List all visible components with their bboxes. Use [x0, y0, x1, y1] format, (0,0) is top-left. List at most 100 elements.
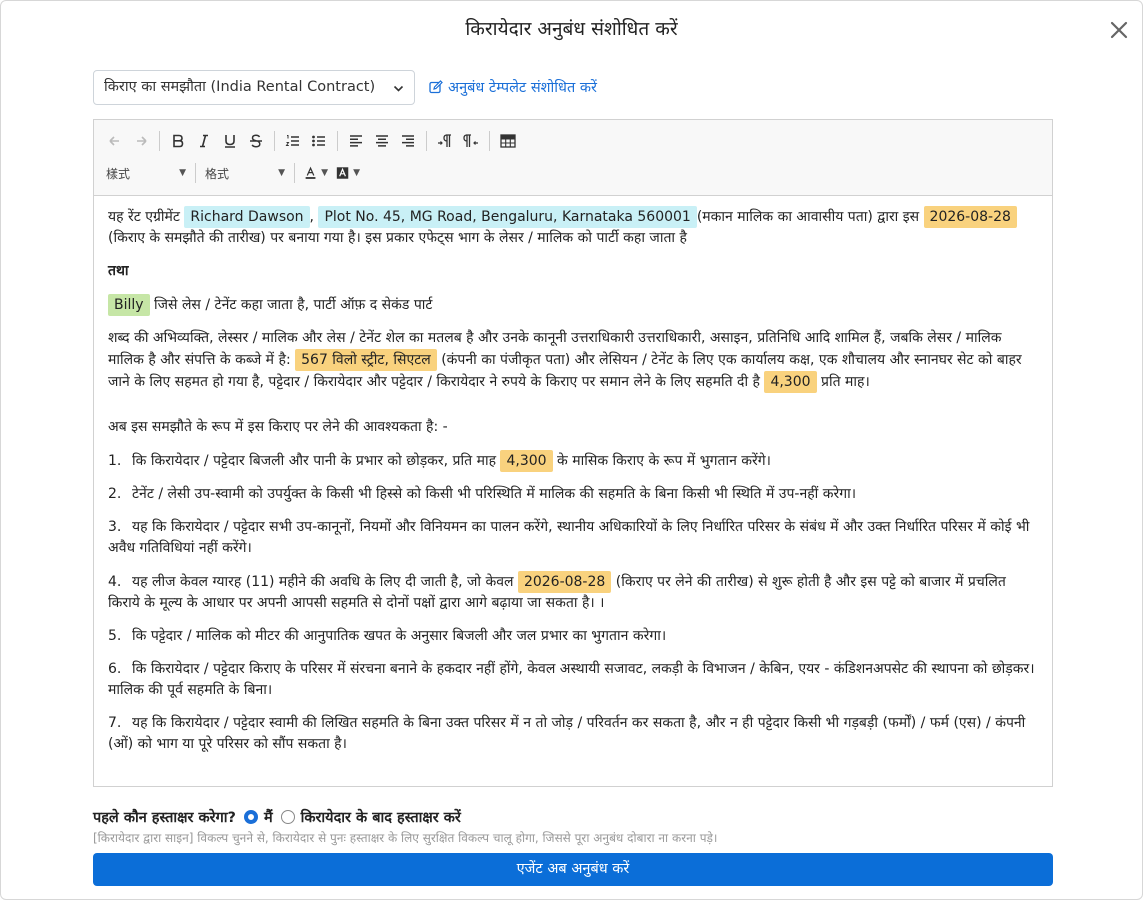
- and-heading: तथा: [108, 263, 129, 279]
- align-right-button[interactable]: [395, 129, 421, 153]
- align-left-button[interactable]: [343, 129, 369, 153]
- rich-text-editor: 樣式 ▼ 格式 ▼ ▼ ▼ यह रेंट एग्रीमेंट Richard Da…: [93, 119, 1053, 787]
- clause-number: 6.: [108, 661, 122, 677]
- send-contract-button[interactable]: एजेंट अब अनुबंध करें: [93, 853, 1053, 886]
- underline-button[interactable]: [217, 129, 243, 153]
- undo-icon: [109, 136, 119, 146]
- text-segment: कि पट्टेदार / मालिक को मीटर की आनुपातिक …: [132, 628, 667, 644]
- editor-toolbar: 樣式 ▼ 格式 ▼ ▼ ▼: [94, 120, 1052, 196]
- text-segment: ,: [309, 209, 314, 225]
- edit-template-link[interactable]: अनुबंध टेम्पलेट संशोधित करें: [429, 77, 597, 97]
- text-segment: टेनेंट / लेसी उप-स्वामी को उपर्युक्त के …: [132, 486, 857, 502]
- background-color-icon: [336, 167, 349, 179]
- clause-7: 7. यह कि किरायेदार / पट्टेदार स्वामी की ल…: [108, 713, 1038, 755]
- toolbar-divider: [337, 131, 338, 151]
- close-icon: [1110, 21, 1128, 39]
- landlord-name-field[interactable]: Richard Dawson: [184, 206, 310, 228]
- landlord-address-field[interactable]: Plot No. 45, MG Road, Bengaluru, Karnata…: [318, 206, 697, 228]
- sign-order-note: [किरायेदार द्वारा साइन] विकल्प चुनने से,…: [93, 831, 718, 845]
- caret-down-icon: ▼: [179, 168, 186, 178]
- toolbar-row-1: [102, 128, 521, 154]
- text-segment: यह रेंट एग्रीमेंट: [108, 209, 180, 225]
- edit-icon: [429, 80, 443, 94]
- contract-paragraph-terms: शब्द की अभिव्यक्ति, लेस्सर / मालिक और ले…: [108, 328, 1038, 393]
- clause-4: 4. यह लीज केवल ग्यारह (11) महीने की अवधि …: [108, 571, 1038, 614]
- clause-5: 5. कि पट्टेदार / मालिक को मीटर की आनुपाति…: [108, 626, 1038, 647]
- clause-number: 4.: [108, 574, 122, 590]
- text-color-button[interactable]: ▼: [300, 161, 332, 185]
- toolbar-divider: [159, 131, 160, 151]
- rtl-direction-icon: [463, 134, 478, 147]
- toolbar-divider: [195, 163, 196, 183]
- start-date-field[interactable]: 2026-08-28: [517, 571, 612, 593]
- clause-3: 3. यह कि किरायेदार / पट्टेदार सभी उप-कानू…: [108, 517, 1038, 559]
- strikethrough-button[interactable]: [243, 129, 269, 153]
- align-center-icon: [376, 135, 388, 147]
- background-color-button[interactable]: ▼: [332, 161, 364, 185]
- clause-1: 1. कि किरायेदार / पट्टेदार बिजली और पानी …: [108, 450, 1038, 472]
- text-segment: प्रति माह।: [821, 374, 870, 390]
- radio-sign-after-tenant-label[interactable]: किरायेदार के बाद हस्ताक्षर करें: [301, 807, 461, 827]
- rtl-button[interactable]: [458, 129, 484, 153]
- clause-number: 1.: [108, 453, 122, 469]
- text-segment: जिसे लेस / टेनेंट कहा जाता है, पार्टी ऑफ…: [154, 297, 433, 313]
- contract-paragraph-tenant: Billy जिसे लेस / टेनेंट कहा जाता है, पार…: [108, 294, 1038, 316]
- ordered-list-icon: [285, 135, 299, 146]
- toolbar-divider: [489, 131, 490, 151]
- italic-button[interactable]: [191, 129, 217, 153]
- toolbar-row-2: 樣式 ▼ 格式 ▼ ▼ ▼: [102, 160, 364, 186]
- format-dropdown[interactable]: 格式 ▼: [201, 161, 289, 185]
- clause-number: 7.: [108, 715, 122, 731]
- format-dropdown-label: 格式: [205, 166, 230, 181]
- caret-down-icon: ▼: [278, 168, 285, 178]
- contract-date-field[interactable]: 2026-08-28: [923, 206, 1017, 228]
- clause-2: 2. टेनेंट / लेसी उप-स्वामी को उपर्युक्त क…: [108, 484, 1038, 505]
- bullet-list-icon: [312, 135, 325, 147]
- radio-sign-after-tenant[interactable]: [280, 810, 295, 824]
- text-segment: (मकान मालिक का आवासीय पता) द्वारा इस: [696, 209, 920, 225]
- text-segment: यह लीज केवल ग्यारह (11) महीने की अवधि के…: [132, 574, 514, 590]
- table-icon: [500, 134, 516, 148]
- tenant-name-field[interactable]: Billy: [108, 294, 150, 316]
- text-segment: (किराए के समझौते की तारीख) पर बनाया गया …: [108, 230, 687, 246]
- property-address-field[interactable]: 567 विलो स्ट्रीट, सिएटल: [295, 349, 437, 371]
- toolbar-divider: [294, 163, 295, 183]
- radio-sign-me-label[interactable]: मैं: [264, 807, 273, 827]
- caret-down-icon: ▼: [353, 168, 360, 178]
- table-button[interactable]: [495, 129, 521, 153]
- clause-6: 6. कि किरायेदार / पट्टेदार किराए के परिसर…: [108, 659, 1038, 701]
- ltr-button[interactable]: [432, 129, 458, 153]
- toolbar-divider: [426, 131, 427, 151]
- bold-button[interactable]: [165, 129, 191, 153]
- strikethrough-icon: [250, 134, 262, 148]
- text-segment: के मासिक किराए के रूप में भुगतान करेंगे।: [557, 453, 771, 469]
- ordered-list-button[interactable]: [280, 129, 306, 153]
- style-dropdown-label: 樣式: [106, 166, 131, 181]
- text-segment: यह कि किरायेदार / पट्टेदार सभी उप-कानूनो…: [108, 519, 1030, 556]
- rent-amount-field[interactable]: 4,300: [764, 371, 817, 393]
- clauses-intro: अब इस समझौते के रूप में इस किराए पर लेने…: [108, 419, 448, 435]
- text-color-icon: [305, 166, 316, 179]
- rent-amount-field[interactable]: 4,300: [500, 450, 553, 472]
- edit-template-label: अनुबंध टेम्पलेट संशोधित करें: [448, 80, 597, 96]
- radio-sign-me[interactable]: [243, 810, 258, 824]
- template-select[interactable]: किराए का समझौता (India Rental Contract): [93, 70, 415, 105]
- style-dropdown[interactable]: 樣式 ▼: [102, 161, 190, 185]
- clause-number: 3.: [108, 519, 122, 535]
- align-center-button[interactable]: [369, 129, 395, 153]
- align-right-icon: [402, 135, 414, 147]
- clause-number: 5.: [108, 628, 122, 644]
- editor-content[interactable]: यह रेंट एग्रीमेंट Richard Dawson, Plot N…: [94, 196, 1052, 786]
- redo-icon: [137, 136, 147, 146]
- italic-icon: [200, 134, 208, 148]
- close-button[interactable]: [1108, 19, 1130, 41]
- text-segment: यह कि किरायेदार / पट्टेदार स्वामी की लिख…: [108, 715, 1026, 752]
- underline-icon: [225, 135, 235, 148]
- undo-button[interactable]: [102, 129, 128, 153]
- redo-button[interactable]: [128, 129, 154, 153]
- sign-order-question: पहले कौन हस्ताक्षर करेगा?: [93, 810, 236, 826]
- bullet-list-button[interactable]: [306, 129, 332, 153]
- bold-icon: [173, 134, 184, 148]
- text-segment: कि किरायेदार / पट्टेदार बिजली और पानी के…: [132, 453, 497, 469]
